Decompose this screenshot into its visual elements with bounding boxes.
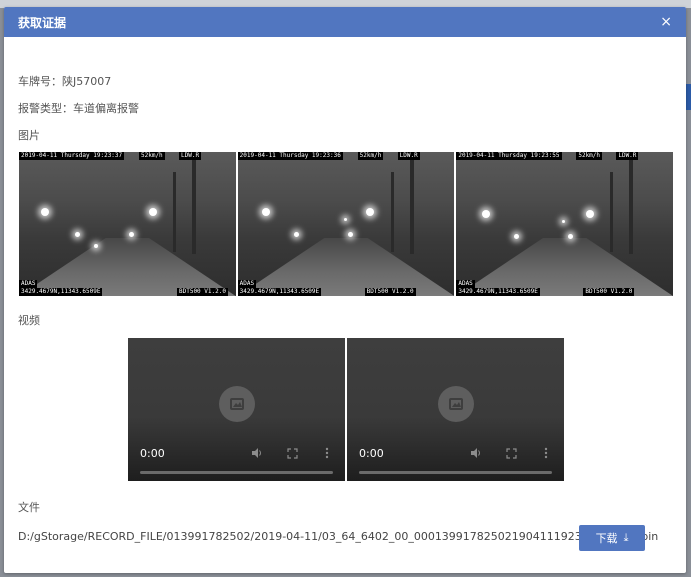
street-light xyxy=(482,210,491,218)
image-tag: LDW.R xyxy=(179,152,202,160)
evidence-image-3[interactable]: 2019-04-11 Thursday 19:23:55 52km/h LDW.… xyxy=(456,152,674,296)
plate-value: 陕J57007 xyxy=(62,75,112,88)
dialog-title: 获取证据 xyxy=(18,15,67,30)
evidence-image-1[interactable]: 2019-04-11 Thursday 19:23:37 52km/h LDW.… xyxy=(19,152,236,296)
street-light xyxy=(129,232,134,237)
video-progress-bar[interactable] xyxy=(140,471,333,474)
image-timestamp: 2019-04-11 Thursday 19:23:37 xyxy=(19,152,125,160)
video-time: 0:00 xyxy=(359,447,384,460)
video-player-2[interactable]: 0:00 xyxy=(347,338,564,481)
more-options-icon[interactable] xyxy=(539,446,553,460)
image-timestamp: 2019-04-11 Thursday 19:23:55 xyxy=(456,152,562,160)
download-button[interactable]: 下载 ⤓ xyxy=(579,525,645,551)
street-light xyxy=(514,234,520,239)
evidence-image-2[interactable]: 2019-04-11 Thursday 19:23:36 52km/h LDW.… xyxy=(237,152,455,296)
lamp-pole xyxy=(191,158,196,254)
volume-icon[interactable] xyxy=(250,446,264,460)
fullscreen-icon[interactable] xyxy=(504,446,518,460)
video-player-1[interactable]: 0:00 xyxy=(128,338,345,481)
close-button[interactable]: × xyxy=(660,15,672,29)
street-light xyxy=(347,232,353,237)
lamp-pole xyxy=(391,172,395,252)
image-gallery: 2019-04-11 Thursday 19:23:37 52km/h LDW.… xyxy=(19,152,674,296)
lamp-pole xyxy=(410,158,415,254)
image-tag: LDW.R xyxy=(616,152,639,160)
image-device: BDT500 V1.2.0 xyxy=(364,288,416,296)
volume-icon[interactable] xyxy=(469,446,483,460)
image-speed: 52km/h xyxy=(357,152,384,160)
download-icon: ⤓ xyxy=(623,531,629,544)
videos-section-title: 视频 xyxy=(18,314,40,327)
street-light xyxy=(343,218,347,221)
image-device: BDT500 V1.2.0 xyxy=(177,288,228,296)
street-light xyxy=(586,210,595,218)
image-mode: ADAS xyxy=(19,280,38,288)
lamp-pole xyxy=(172,172,176,252)
street-light xyxy=(149,208,157,216)
lamp-pole xyxy=(610,172,614,252)
image-tag: LDW.R xyxy=(397,152,420,160)
video-progress-bar[interactable] xyxy=(359,471,552,474)
video-time: 0:00 xyxy=(140,447,165,460)
street-light xyxy=(293,232,299,237)
alarm-type-label: 报警类型： xyxy=(18,102,73,115)
image-device: BDT500 V1.2.0 xyxy=(583,288,635,296)
street-light xyxy=(261,208,270,216)
street-light xyxy=(94,244,98,248)
file-path: D:/gStorage/RECORD_FILE/013991782502/201… xyxy=(18,530,659,543)
alarm-type-value: 车道偏离报警 xyxy=(73,102,139,115)
street-light xyxy=(562,220,566,223)
image-timestamp: 2019-04-11 Thursday 19:23:36 xyxy=(237,152,343,160)
alarm-type-field: 报警类型：车道偏离报警 xyxy=(18,100,139,116)
image-coords: 3429.4679N,11343.6509E xyxy=(237,288,322,296)
broken-media-icon xyxy=(219,386,255,422)
evidence-dialog: 获取证据 × 车牌号：陕J57007 报警类型：车道偏离报警 图片 2019-0… xyxy=(4,7,686,573)
more-options-icon[interactable] xyxy=(320,446,334,460)
images-section-title: 图片 xyxy=(18,129,40,142)
lamp-pole xyxy=(629,158,634,254)
download-label: 下载 xyxy=(595,532,618,545)
image-mode: ADAS xyxy=(456,280,475,288)
image-mode: ADAS xyxy=(237,280,257,288)
dialog-header: 获取证据 × xyxy=(4,7,686,37)
image-coords: 3429.4679N,11343.6509E xyxy=(19,288,103,296)
fullscreen-icon[interactable] xyxy=(285,446,299,460)
video-gallery: 0:00 0:00 xyxy=(128,338,564,481)
street-light xyxy=(365,208,374,216)
plate-field: 车牌号：陕J57007 xyxy=(18,73,111,89)
broken-media-icon xyxy=(438,386,474,422)
street-light xyxy=(75,232,80,237)
plate-label: 车牌号： xyxy=(18,75,62,88)
image-speed: 52km/h xyxy=(576,152,603,160)
street-light xyxy=(41,208,49,216)
files-section-title: 文件 xyxy=(18,501,40,514)
image-speed: 52km/h xyxy=(139,152,165,160)
image-coords: 3429.4679N,11343.6509E xyxy=(456,288,540,296)
